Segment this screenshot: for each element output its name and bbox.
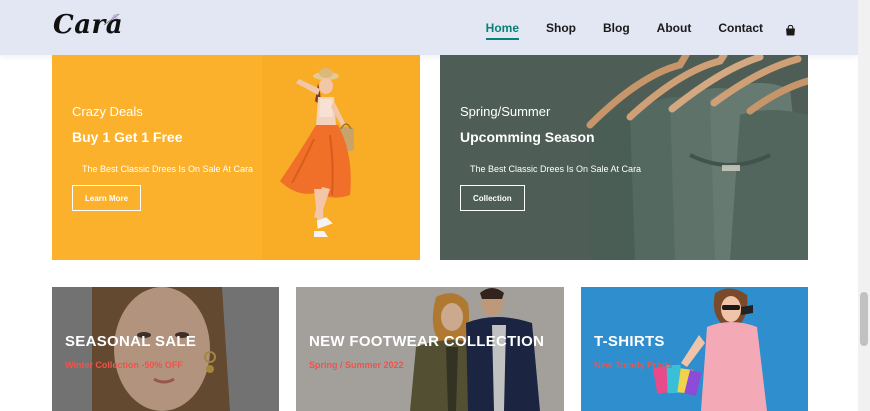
banner-subtitle: The Best Classic Drees Is On Sale At Car… — [82, 164, 254, 174]
banner-seasonal-sale[interactable]: SEASONAL SALE Winter Collection -50% OFF — [52, 287, 279, 411]
nav-blog[interactable]: Blog — [603, 21, 630, 35]
banner-crazy-deals: Crazy Deals Buy 1 Get 1 Free The Best Cl… — [52, 55, 420, 260]
nav-home[interactable]: Home — [485, 21, 520, 40]
nav-shop[interactable]: Shop — [546, 21, 576, 35]
page: Cara Home Shop Blog About Contact Crazy … — [0, 0, 870, 411]
fashion-model-image — [52, 55, 420, 260]
small-banner-subtitle: Spring / Summer 2022 — [309, 360, 404, 370]
small-banner-title: T-SHIRTS — [594, 333, 665, 350]
banner-subtitle: The Best Classic Drees Is On Sale At Car… — [470, 164, 642, 174]
shirts-on-hangers-image — [440, 55, 808, 260]
banner-kicker: Spring/Summer — [460, 104, 551, 119]
banner-headline: Upcomming Season — [460, 129, 595, 145]
banner-headline: Buy 1 Get 1 Free — [72, 129, 183, 145]
banner-upcoming-season: Spring/Summer Upcomming Season The Best … — [440, 55, 808, 260]
main-nav: Home Shop Blog About Contact — [459, 0, 796, 55]
lavender-sprig-icon — [103, 13, 120, 26]
site-header: Cara Home Shop Blog About Contact — [0, 0, 858, 55]
banner-new-footwear[interactable]: NEW FOOTWEAR COLLECTION Spring / Summer … — [296, 287, 564, 411]
small-banner-subtitle: New Trendy Prints — [594, 360, 673, 370]
small-banner-title: NEW FOOTWEAR COLLECTION — [309, 333, 545, 350]
nav-about[interactable]: About — [657, 21, 692, 35]
logo[interactable]: Cara — [53, 10, 123, 44]
banner-t-shirts[interactable]: T-SHIRTS New Trendy Prints — [581, 287, 808, 411]
learn-more-button[interactable]: Learn More — [72, 185, 142, 211]
small-banner-title: SEASONAL SALE — [65, 333, 197, 350]
collection-button[interactable]: Collection — [460, 185, 525, 211]
page-scrollbar[interactable] — [858, 0, 870, 411]
shopping-bag-icon[interactable] — [785, 23, 796, 35]
scrollbar-thumb[interactable] — [860, 292, 868, 346]
small-banner-subtitle: Winter Collection -50% OFF — [65, 360, 183, 370]
banner-kicker: Crazy Deals — [72, 104, 143, 119]
nav-contact[interactable]: Contact — [718, 21, 763, 35]
